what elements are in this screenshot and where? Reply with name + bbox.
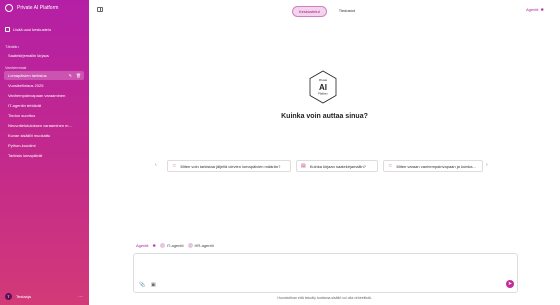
section-today-label: Tänään bbox=[5, 44, 19, 49]
more-options-icon[interactable]: ⋯ bbox=[78, 294, 83, 300]
suggestions-row: ‹ ☆ Miten voin tarkistaa jäljellä olevie… bbox=[153, 160, 493, 172]
avatar: T bbox=[5, 293, 12, 300]
chat-item-actions: ✎ 🗑 bbox=[69, 71, 81, 80]
platform-logo-icon: Private AI Platform bbox=[309, 70, 337, 104]
new-chat-icon bbox=[5, 27, 10, 32]
suggestion-text: Kuinka kirjaan saatekirjamallin? bbox=[309, 163, 366, 169]
tab-files[interactable]: Tiedostot bbox=[333, 6, 361, 17]
top-tabs: Keskustelut Tiedostot bbox=[292, 6, 361, 17]
edit-icon[interactable]: ✎ bbox=[69, 71, 72, 80]
suggestion-text: Miten varaan vanhempainvapaan ja kuinka.… bbox=[396, 163, 476, 169]
chat-item[interactable]: IT-agentin tehtävät bbox=[4, 101, 84, 110]
user-profile[interactable]: T Testaaja bbox=[5, 293, 31, 300]
logo-top-text: Private bbox=[319, 78, 328, 82]
new-chat-button[interactable]: Lisää uusi keskustelu bbox=[5, 27, 51, 32]
agents-label: Agentit bbox=[526, 7, 539, 12]
chat-item-label: Lomapäivien tarkistus bbox=[8, 73, 47, 78]
star-icon: ☆ bbox=[388, 163, 393, 169]
message-input[interactable]: 📎 ▣ ➤ bbox=[133, 253, 518, 293]
chat-item[interactable]: Vuosikellolaus 2025 bbox=[4, 81, 84, 90]
prev-arrow-icon[interactable]: ‹ bbox=[155, 162, 157, 168]
agent-it[interactable]: IT-agentti bbox=[159, 243, 184, 248]
new-chat-label: Lisää uusi keskustelu bbox=[13, 27, 52, 32]
send-button[interactable]: ➤ bbox=[506, 280, 514, 288]
suggestion-chip[interactable]: ☆ Miten voin tarkistaa jäljellä olevien … bbox=[167, 160, 291, 172]
chat-item[interactable]: Vanhempainvapaan varaaminen bbox=[4, 91, 84, 100]
delete-icon[interactable]: 🗑 bbox=[76, 71, 81, 80]
chat-item[interactable]: Neuvottelutuloksen varaaminen m... bbox=[4, 121, 84, 130]
tools-icon[interactable]: ▣ bbox=[151, 282, 156, 288]
agent-hr[interactable]: HR-agentti bbox=[187, 243, 214, 248]
brand[interactable]: Private AI Platform bbox=[5, 4, 58, 12]
suggestion-chip[interactable]: ☆ Miten varaan vanhempainvapaan ja kuink… bbox=[383, 160, 483, 172]
user-name: Testaaja bbox=[16, 294, 31, 299]
welcome-question: Kuinka voin auttaa sinua? bbox=[281, 113, 368, 120]
agents-row-icon: ✱ bbox=[152, 243, 156, 248]
logo-bottom-text: Platform bbox=[318, 92, 328, 96]
agent-hr-icon bbox=[187, 243, 193, 248]
suggestion-chip[interactable]: ▤ Kuinka kirjaan saatekirjamallin? bbox=[296, 160, 378, 172]
chat-item[interactable]: Kuvan sisällöt muokattu bbox=[4, 131, 84, 140]
agent-hr-label: HR-agentti bbox=[194, 243, 214, 248]
agents-selector: Agentit ✱ IT-agentti HR-agentti bbox=[136, 243, 214, 248]
document-icon: ▤ bbox=[301, 163, 306, 169]
agents-button[interactable]: Agentit ✱ bbox=[526, 7, 544, 12]
chat-item[interactable]: Python-koodimi bbox=[4, 141, 84, 150]
agent-it-icon bbox=[159, 243, 165, 248]
agents-icon: ✱ bbox=[540, 7, 544, 12]
agent-it-label: IT-agentti bbox=[166, 243, 184, 248]
logo-main-text: AI bbox=[319, 83, 327, 92]
star-icon: ☆ bbox=[172, 163, 177, 169]
tab-conversations[interactable]: Keskustelut bbox=[292, 6, 327, 17]
app-title: Private AI Platform bbox=[17, 5, 59, 11]
chat-item[interactable]: Tarkista lomapäivät bbox=[4, 151, 84, 160]
next-arrow-icon[interactable]: › bbox=[486, 162, 488, 168]
section-older-label: Vanhemmat bbox=[5, 65, 27, 70]
disclaimer-text: Huomioithan että tekoäly tuottama sisält… bbox=[277, 296, 372, 300]
agents-row-label: Agentit bbox=[136, 243, 149, 248]
chat-item-active[interactable]: Lomapäivien tarkistus ✎ 🗑 bbox=[4, 71, 84, 80]
brand-logo-icon bbox=[5, 4, 13, 12]
sidebar: Private AI Platform Lisää uusi keskustel… bbox=[0, 0, 89, 305]
suggestion-text: Miten voin tarkistaa jäljellä olevien lo… bbox=[180, 163, 281, 169]
toggle-sidebar-icon[interactable] bbox=[97, 7, 103, 12]
attach-icon[interactable]: 📎 bbox=[139, 282, 145, 288]
chat-item[interactable]: Saatekirjemallin kirjaus bbox=[4, 51, 84, 60]
